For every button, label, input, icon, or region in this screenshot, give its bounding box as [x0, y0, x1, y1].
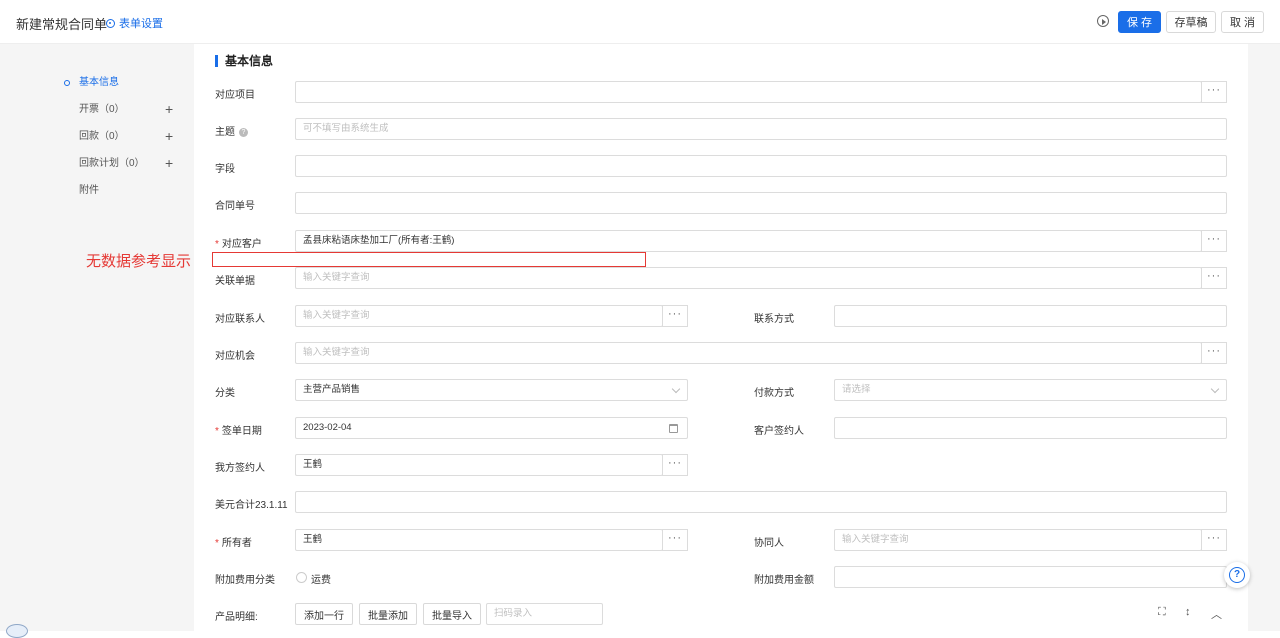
fullscreen-icon[interactable]: ⛶ [1158, 606, 1166, 619]
payment-label: 付款方式 [754, 388, 794, 399]
product-details-label: 产品明细: [215, 612, 258, 623]
plus-icon[interactable]: + [165, 101, 173, 117]
required-icon: * [215, 239, 219, 250]
plus-icon[interactable]: + [165, 128, 173, 144]
contract-no-label: 合同单号 [215, 201, 255, 212]
contact-method-label: 联系方式 [754, 314, 794, 325]
payment-select[interactable]: 请选择 [834, 379, 1227, 401]
owner-input[interactable]: 王鹤 [295, 529, 663, 551]
required-icon: * [215, 426, 219, 437]
more-icon[interactable]: ··· [1201, 342, 1227, 364]
our-signer-input[interactable]: 王鹤 [295, 454, 663, 476]
more-icon[interactable]: ··· [662, 305, 688, 327]
our-signer-label: 我方签约人 [215, 463, 265, 474]
customer-label: * 对应客户 [215, 239, 262, 250]
more-icon[interactable]: ··· [1201, 81, 1227, 103]
opportunity-input[interactable]: 输入关键字查询 [295, 342, 1202, 364]
customer-signer-input[interactable] [834, 417, 1227, 439]
extra-fee-amount-label: 附加费用金额 [754, 575, 814, 586]
sign-date-input[interactable]: 2023-02-04 [295, 417, 688, 439]
play-circle-icon[interactable] [1097, 15, 1109, 27]
nav-item-label: 回款（0） [79, 131, 125, 142]
cancel-button[interactable]: 取 消 [1221, 11, 1264, 33]
form-settings-label: 表单设置 [119, 18, 163, 30]
category-select[interactable]: 主营产品销售 [295, 379, 688, 401]
field-input[interactable] [295, 155, 1227, 177]
freight-radio[interactable] [296, 572, 307, 583]
section-title: 基本信息 [215, 55, 273, 67]
contract-no-input[interactable] [295, 192, 1227, 214]
collaborator-label: 协同人 [754, 538, 784, 549]
subject-label: 主题? [215, 123, 248, 138]
plus-icon[interactable]: + [165, 155, 173, 171]
save-draft-button[interactable]: 存草稿 [1166, 11, 1216, 33]
calendar-icon [669, 424, 678, 433]
more-icon[interactable]: ··· [1201, 529, 1227, 551]
opportunity-label: 对应机会 [215, 351, 255, 362]
gear-icon [106, 18, 115, 28]
page-title: 新建常规合同单 [16, 17, 108, 32]
category-value: 主营产品销售 [303, 384, 361, 395]
corner-widget-icon[interactable] [6, 624, 28, 638]
project-label: 对应项目 [215, 90, 255, 101]
nav-item-label: 基本信息 [79, 77, 119, 88]
related-doc-input[interactable]: 输入关键字查询 [295, 267, 1202, 289]
help-float-button[interactable]: ? [1224, 562, 1250, 588]
nav-item-invoice[interactable]: 开票（0） + [62, 101, 192, 129]
nav-item-attachments[interactable]: 附件 [62, 183, 192, 203]
customer-input[interactable]: 孟县床粘语床垫加工厂(所有者:王鹤) [295, 230, 1202, 252]
nav-item-label: 回款计划（0） [79, 158, 145, 169]
usd-total-input[interactable] [295, 491, 1227, 513]
category-label: 分类 [215, 388, 235, 399]
required-icon: * [215, 538, 219, 549]
nav-item-payment-received[interactable]: 回款（0） + [62, 128, 192, 156]
nav-item-label: 附件 [79, 185, 99, 196]
contact-method-input[interactable] [834, 305, 1227, 327]
sign-date-value: 2023-02-04 [303, 422, 352, 433]
extra-fee-amount-input[interactable] [834, 566, 1227, 588]
sign-date-label: * 签单日期 [215, 426, 262, 437]
batch-import-button[interactable]: 批量导入 [423, 603, 481, 625]
add-row-button[interactable]: 添加一行 [295, 603, 353, 625]
owner-label: * 所有者 [215, 538, 252, 549]
save-button[interactable]: 保 存 [1118, 11, 1161, 33]
annotation-box [212, 252, 646, 267]
contact-label: 对应联系人 [215, 314, 265, 325]
right-gutter [1248, 44, 1280, 631]
more-icon[interactable]: ··· [662, 529, 688, 551]
contact-input[interactable]: 输入关键字查询 [295, 305, 663, 327]
scan-input[interactable]: 扫码录入 [486, 603, 603, 625]
more-icon[interactable]: ··· [1201, 267, 1227, 289]
help-icon: ? [239, 127, 248, 137]
extra-fee-type-label: 附加费用分类 [215, 575, 275, 586]
active-dot-icon [64, 80, 70, 86]
field-label: 字段 [215, 164, 235, 175]
question-icon: ? [1229, 567, 1245, 583]
chevron-down-icon [671, 384, 681, 394]
nav-item-basic-info[interactable]: 基本信息 [62, 75, 192, 102]
usd-total-label: 美元合计23.1.11 [215, 500, 288, 511]
payment-placeholder: 请选择 [842, 384, 871, 395]
more-icon[interactable]: ··· [662, 454, 688, 476]
collaborator-input[interactable]: 输入关键字查询 [834, 529, 1202, 551]
annotation-text: 无数据参考显示 [86, 253, 192, 270]
nav-item-label: 开票（0） [79, 104, 125, 115]
subject-input[interactable]: 可不填写由系统生成 [295, 118, 1227, 140]
batch-add-button[interactable]: 批量添加 [359, 603, 417, 625]
customer-signer-label: 客户签约人 [754, 426, 804, 437]
nav-item-payment-plan[interactable]: 回款计划（0） + [62, 155, 192, 183]
top-bar: 新建常规合同单 表单设置 保 存 存草稿 取 消 [0, 0, 1280, 44]
more-icon[interactable]: ··· [1201, 230, 1227, 252]
freight-radio-label: 运费 [311, 575, 331, 586]
sort-icon[interactable]: ↕ [1185, 606, 1191, 618]
section-nav: 基本信息 开票（0） + 回款（0） + 回款计划（0） + 附件 [62, 75, 192, 203]
chevron-down-icon [1210, 384, 1220, 394]
project-input[interactable] [295, 81, 1202, 103]
form-settings-link[interactable]: 表单设置 [106, 15, 163, 31]
collapse-up-icon[interactable]: ︿ [1211, 606, 1222, 622]
related-doc-label: 关联单据 [215, 276, 255, 287]
